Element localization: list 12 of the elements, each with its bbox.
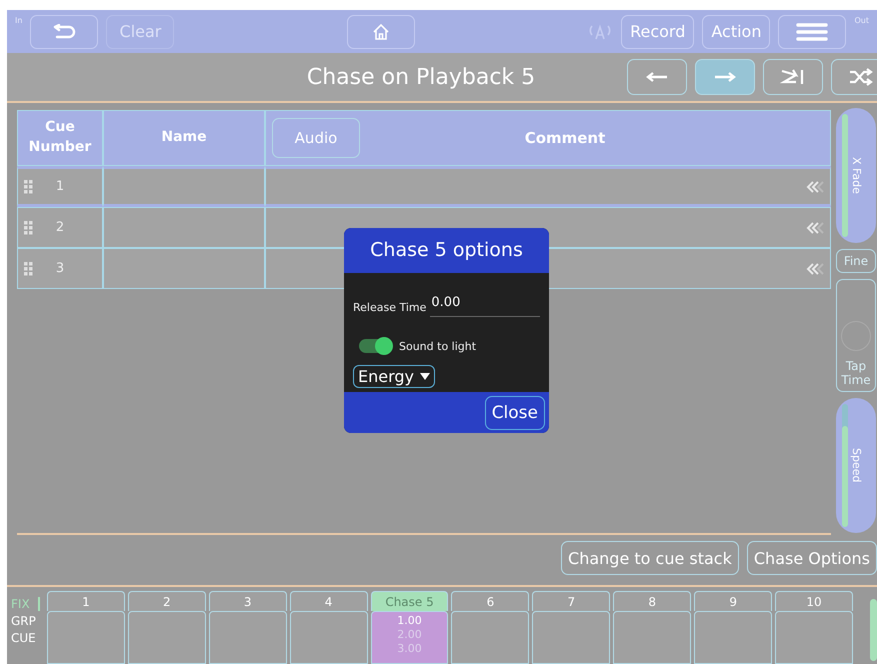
column-header: Comment <box>524 129 606 147</box>
column-header: Name <box>103 110 265 166</box>
release-time-label: Release Time <box>353 301 426 316</box>
dialog-title: Chase 5 options <box>344 228 549 273</box>
column-header: Cue Number <box>17 110 103 166</box>
page-title: Chase on Playback 5 <box>306 64 536 90</box>
input-label: In <box>15 16 22 25</box>
fader-label: Speed <box>850 448 863 483</box>
toggle-label: Sound to light <box>399 340 476 352</box>
output-label: Out <box>854 16 869 25</box>
fader-label: X Fade <box>850 157 863 194</box>
cue-value: 1.00 <box>397 614 422 627</box>
